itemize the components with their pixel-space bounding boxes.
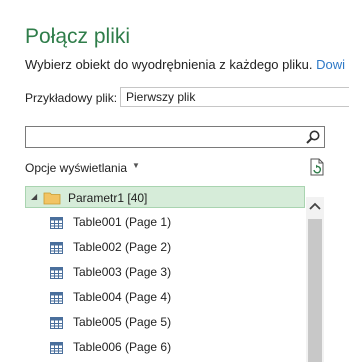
table-icon (50, 316, 63, 334)
refresh-icon[interactable] (309, 158, 325, 181)
dialog-subtitle: Wybierz obiekt do wyodrębnienia z każdeg… (25, 57, 349, 72)
tree-folder-parametr1[interactable]: ◢ Parametr1 [40] (25, 186, 305, 208)
table-icon (50, 341, 63, 359)
tree-item-table006[interactable]: Table006 (Page 6) (25, 336, 305, 358)
tree-item-table002[interactable]: Table002 (Page 2) (25, 236, 305, 258)
tree-item-table005[interactable]: Table005 (Page 5) (25, 311, 305, 333)
tree-item-table001[interactable]: Table001 (Page 1) (25, 211, 305, 233)
tree-item-label: Table001 (Page 1) (73, 215, 172, 229)
chevron-down-icon[interactable]: ▼ (132, 161, 140, 170)
search-icon[interactable] (305, 129, 321, 150)
search-box (25, 126, 325, 148)
display-options-row: Opcje wyświetlania ▼ (25, 158, 325, 178)
tree-item-label: Table005 (Page 5) (73, 315, 172, 329)
folder-label: Parametr1 [40] (68, 191, 148, 205)
table-icon (50, 216, 63, 234)
dialog-title: Połącz pliki (25, 25, 131, 48)
scroll-up-icon[interactable] (306, 197, 324, 215)
table-icon (50, 241, 63, 259)
tree-item-label: Table004 (Page 4) (73, 290, 172, 304)
tree-scrollbar[interactable] (306, 197, 324, 362)
sample-file-label: Przykładowy plik: (25, 91, 118, 105)
scrollbar-thumb[interactable] (308, 219, 322, 362)
expand-triangle-icon[interactable]: ◢ (31, 192, 37, 201)
tree-item-label: Table002 (Page 2) (73, 240, 172, 254)
navigator-tree: ◢ Parametr1 [40] Table001 (Page 1) Table… (25, 186, 349, 362)
tree-item-table003[interactable]: Table003 (Page 3) (25, 261, 305, 283)
sample-file-dropdown[interactable]: Pierwszy plik ▼ (120, 87, 349, 107)
learn-more-link[interactable]: Dowi (316, 57, 345, 72)
folder-icon (43, 191, 61, 210)
tree-item-table004[interactable]: Table004 (Page 4) (25, 286, 305, 308)
sample-file-value: Pierwszy plik (126, 90, 196, 104)
search-input[interactable] (29, 128, 303, 148)
tree-item-label: Table006 (Page 6) (73, 340, 172, 354)
subtitle-text: Wybierz obiekt do wyodrębnienia z każdeg… (25, 57, 317, 72)
table-icon (50, 291, 63, 309)
display-options-button[interactable]: Opcje wyświetlania (25, 161, 127, 175)
table-icon (50, 266, 63, 284)
tree-item-label: Table003 (Page 3) (73, 265, 172, 279)
